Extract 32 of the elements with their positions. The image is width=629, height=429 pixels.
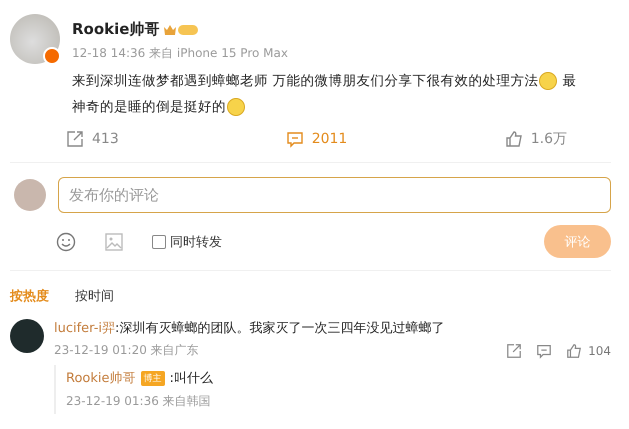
- sort-tab[interactable]: 按热度: [10, 287, 49, 305]
- post-text: 神奇的是睡的倒是挺好的: [72, 98, 226, 117]
- author-badge: 博主: [140, 370, 164, 386]
- repost-checkbox[interactable]: 同时转发: [152, 232, 222, 250]
- reply-text: :叫什么: [170, 370, 213, 387]
- emoji-icon[interactable]: [56, 232, 76, 252]
- comment-meta: 23-12-19 01:20 来自广东: [54, 342, 199, 359]
- share-icon[interactable]: [506, 342, 522, 358]
- image-icon[interactable]: [104, 232, 124, 252]
- user-avatar: [14, 179, 46, 211]
- thumbs-up-icon: [504, 130, 523, 148]
- sort-tab[interactable]: 按时间: [75, 287, 114, 305]
- commenter-avatar[interactable]: [10, 319, 44, 353]
- comment-action[interactable]: 2011: [282, 128, 352, 150]
- like-action[interactable]: 1.6万: [500, 128, 572, 150]
- like-icon[interactable]: [566, 342, 582, 358]
- like-count: 104: [588, 344, 611, 358]
- author-name[interactable]: Rookie帅哥: [72, 20, 160, 39]
- reply-icon[interactable]: [536, 342, 552, 358]
- commenter-name[interactable]: lucifer-i羿: [54, 321, 116, 336]
- post-text: 来到深圳连做梦都遇到蟑螂老师 万能的微博朋友们分享下很有效的处理方法: [72, 72, 538, 91]
- post-meta: 12-18 14:36 来自 iPhone 15 Pro Max: [72, 45, 289, 62]
- vip-crown-icon: [163, 22, 200, 36]
- share-icon: [66, 130, 84, 148]
- reply-meta: 23-12-19 01:36 来自韩国: [66, 393, 212, 410]
- reply-author[interactable]: Rookie帅哥: [66, 369, 136, 387]
- comment-text: lucifer-i羿:深圳有灭蟑螂的团队。我家灭了一次三四年没见过蟑螂了: [54, 320, 444, 337]
- repost-action[interactable]: 413: [62, 128, 123, 150]
- comment-icon: [286, 130, 304, 148]
- avatar[interactable]: [10, 14, 60, 64]
- post-text: 最: [562, 72, 577, 91]
- comment-input[interactable]: 发布你的评论: [58, 177, 611, 213]
